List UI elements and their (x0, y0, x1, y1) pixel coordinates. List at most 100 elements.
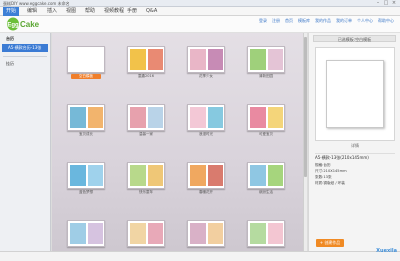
sidebar-section-desk-calendar[interactable]: 台历 (0, 33, 50, 44)
toplink-register[interactable]: 注册 (272, 18, 280, 24)
menu-item-video[interactable]: 视频教程 (104, 7, 124, 16)
toplink-works[interactable]: 我的作品 (315, 18, 331, 24)
window-controls: – □ × (375, 1, 397, 6)
template-label: 春暖花开 (199, 190, 213, 194)
toplink-login[interactable]: 登录 (259, 18, 267, 24)
template-thumbnail[interactable] (187, 104, 225, 131)
preview-frame (315, 47, 395, 141)
eggcake-logo: Egg Cake (7, 17, 40, 31)
template-photo (268, 49, 283, 70)
toplink-orders[interactable]: 我的订单 (336, 18, 352, 24)
template-thumbnail[interactable] (127, 104, 165, 131)
sidebar-divider (3, 56, 47, 57)
menu-item-qa[interactable]: Q&A (146, 7, 157, 16)
preview-title: 已选模板:空白模板 (313, 35, 396, 42)
template-thumbnail[interactable] (247, 162, 285, 189)
logo-text-egg: Egg (7, 22, 19, 28)
template-thumbnail[interactable] (127, 220, 165, 247)
template-card[interactable]: 快乐童年 (126, 162, 166, 198)
template-photo (148, 223, 163, 244)
toplink-help[interactable]: 帮助中心 (378, 18, 394, 24)
template-photo (190, 223, 206, 244)
template-card[interactable]: 温馨一家 (126, 104, 166, 140)
template-card[interactable]: 空白模板 (66, 46, 106, 82)
preview-page (326, 60, 384, 128)
template-thumbnail[interactable] (187, 162, 225, 189)
preview-divider (315, 153, 395, 154)
template-thumbnail[interactable] (127, 162, 165, 189)
template-card[interactable]: 宝贝成长 (66, 104, 106, 140)
template-photo (70, 107, 86, 128)
template-photo (208, 223, 223, 244)
template-card[interactable]: 浪漫时光 (186, 104, 226, 140)
template-thumbnail[interactable] (247, 104, 285, 131)
minimize-icon[interactable]: – (375, 1, 381, 6)
template-card[interactable] (126, 220, 166, 251)
app-header: Egg Cake 登录 注册 首页 模板库 我的作品 我的订单 个人中心 帮助中… (0, 16, 400, 33)
template-card[interactable]: 清新田园 (246, 46, 286, 82)
template-label: 蓝色梦想 (79, 190, 93, 194)
template-label: 温馨一家 (139, 132, 153, 136)
menu-item-help[interactable]: 帮助 (85, 7, 95, 16)
menu-item-manual[interactable]: 手册 (127, 7, 137, 16)
template-photo (268, 165, 283, 186)
template-thumbnail[interactable] (67, 162, 105, 189)
template-thumbnail[interactable] (247, 46, 285, 73)
toplink-account[interactable]: 个人中心 (357, 18, 373, 24)
vertical-scrollbar[interactable] (303, 33, 307, 251)
template-thumbnail[interactable] (67, 220, 105, 247)
template-card[interactable] (246, 220, 286, 251)
template-thumbnail[interactable] (67, 46, 105, 73)
template-card[interactable]: 花季少女 (186, 46, 226, 82)
template-photo (130, 49, 146, 70)
menu-item-view[interactable]: 视图 (66, 7, 76, 16)
template-photo (190, 165, 206, 186)
toplink-home[interactable]: 首页 (285, 18, 293, 24)
template-photo (148, 107, 163, 128)
template-thumbnail[interactable] (247, 220, 285, 247)
status-bar (0, 251, 400, 261)
sidebar-item-a5-landscape[interactable]: A5-横款台历-13张 (2, 44, 48, 52)
template-photo (148, 165, 163, 186)
template-card[interactable]: 缤纷生活 (246, 162, 286, 198)
template-label: 空白模板 (71, 74, 101, 79)
template-label: 快乐童年 (139, 190, 153, 194)
create-work-label: 创建作品 (324, 240, 341, 245)
template-thumbnail[interactable] (187, 220, 225, 247)
template-thumbnail[interactable] (127, 46, 165, 73)
template-card[interactable]: 春暖花开 (186, 162, 226, 198)
template-photo (88, 107, 103, 128)
maximize-icon[interactable]: □ (383, 1, 389, 6)
menu-item-edit[interactable]: 编辑 (27, 7, 37, 16)
menu-item-insert[interactable]: 插入 (47, 7, 57, 16)
template-card[interactable] (186, 220, 226, 251)
create-work-button[interactable]: + 创建作品 (316, 239, 344, 247)
scrollbar-thumb[interactable] (304, 37, 307, 177)
preview-spec: A5-横款-13张(210x145mm) (315, 155, 369, 160)
watermark-logo: Xuexila (376, 248, 397, 254)
template-photo (250, 165, 266, 186)
template-photo (250, 107, 266, 128)
template-card[interactable]: 童趣2016 (126, 46, 166, 82)
preview-name: 详情 (351, 143, 359, 148)
menu-bar: 开始 编辑 插入 视图 帮助 视频教程 手册 Q&A (0, 7, 400, 16)
template-card[interactable]: 蓝色梦想 (66, 162, 106, 198)
window-title: 蛋糕DIY www.eggcake.com 未命名 (3, 1, 70, 6)
template-photo (130, 165, 146, 186)
close-icon[interactable]: × (391, 1, 397, 6)
template-photo (250, 49, 266, 70)
template-thumbnail[interactable] (67, 104, 105, 131)
template-label: 浪漫时光 (199, 132, 213, 136)
sidebar-section-wall-calendar[interactable]: 挂历 (0, 61, 50, 67)
template-photo (70, 223, 86, 244)
preview-line: 材质:铜版纸 / 环装 (315, 181, 345, 185)
menu-item-start[interactable]: 开始 (3, 7, 20, 16)
template-thumbnail[interactable] (187, 46, 225, 73)
template-card[interactable] (66, 220, 106, 251)
template-photo (250, 223, 266, 244)
template-label: 花季少女 (199, 74, 213, 78)
template-photo (70, 165, 86, 186)
toplink-templates[interactable]: 模板库 (298, 18, 310, 24)
template-card[interactable]: 可爱宝贝 (246, 104, 286, 140)
template-photo (268, 107, 283, 128)
